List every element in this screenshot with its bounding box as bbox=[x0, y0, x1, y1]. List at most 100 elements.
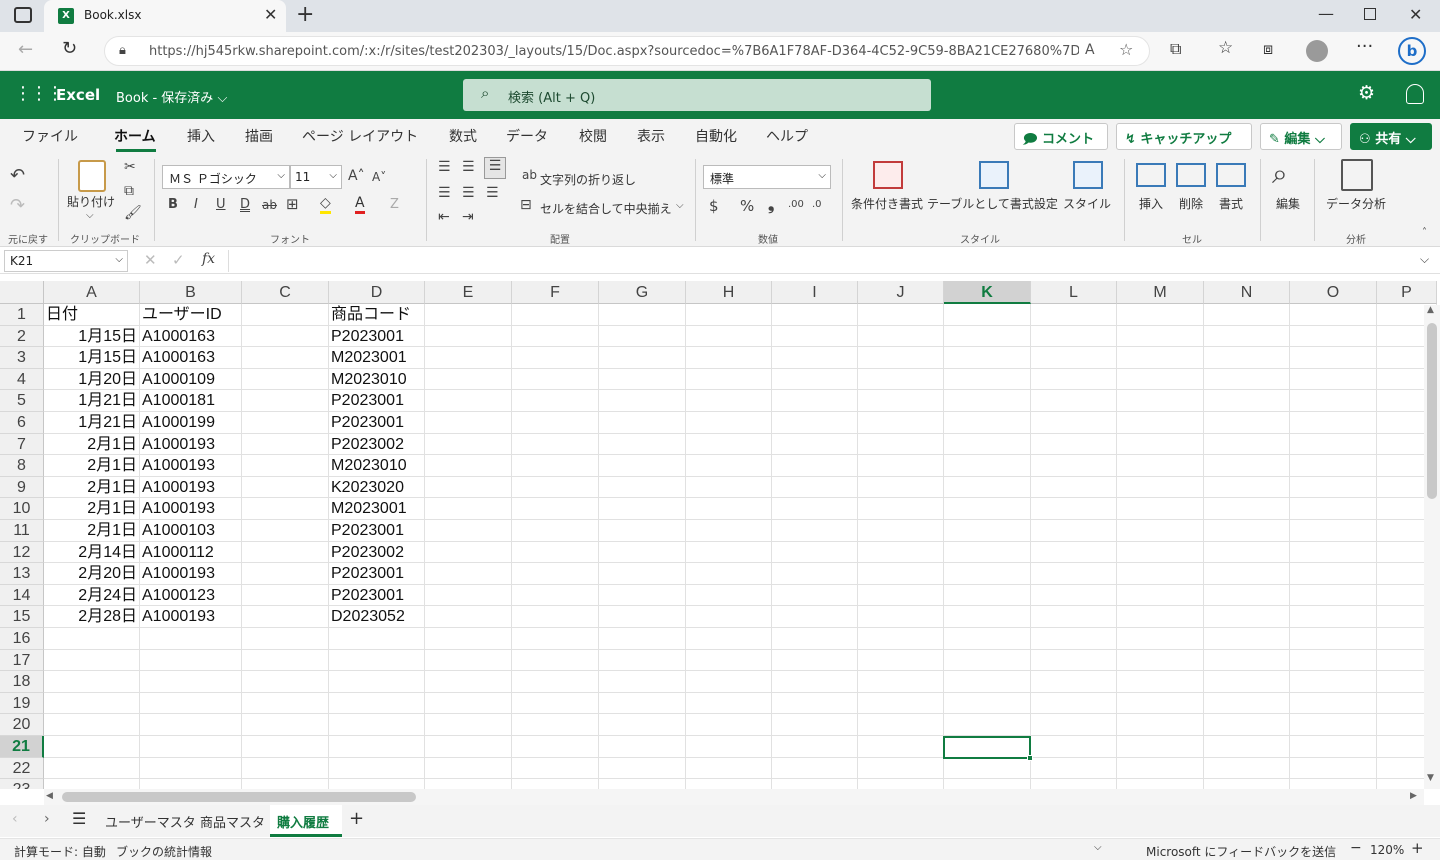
tab-actions-icon[interactable] bbox=[14, 7, 32, 23]
cell-l7[interactable] bbox=[1031, 433, 1117, 456]
tab-draw[interactable]: 描画 bbox=[245, 126, 273, 146]
cell-e4[interactable] bbox=[425, 368, 512, 391]
tab-data[interactable]: データ bbox=[506, 126, 548, 146]
cell-m1[interactable] bbox=[1117, 304, 1204, 326]
cell-e20[interactable] bbox=[425, 714, 512, 736]
cell-c17[interactable] bbox=[242, 649, 329, 672]
cell-f7[interactable] bbox=[512, 433, 599, 456]
row-header[interactable]: 20 bbox=[0, 714, 44, 736]
cell-e10[interactable] bbox=[425, 498, 512, 520]
cell-g14[interactable] bbox=[599, 584, 686, 607]
cell-m13[interactable] bbox=[1117, 563, 1204, 585]
align-center-icon[interactable]: ☰ bbox=[462, 185, 475, 201]
cancel-icon[interactable]: ✕ bbox=[144, 251, 157, 269]
currency-icon[interactable]: $ bbox=[709, 197, 719, 215]
cell-f1[interactable] bbox=[512, 304, 599, 326]
cell-i23[interactable] bbox=[772, 779, 858, 789]
cell-e8[interactable] bbox=[425, 455, 512, 477]
cell-m17[interactable] bbox=[1117, 649, 1204, 672]
cell-o7[interactable] bbox=[1290, 433, 1377, 456]
cell-m11[interactable] bbox=[1117, 520, 1204, 542]
tab-file[interactable]: ファイル bbox=[22, 126, 78, 146]
cell-n14[interactable] bbox=[1204, 584, 1290, 607]
cell-k12[interactable] bbox=[944, 541, 1031, 564]
cell-m20[interactable] bbox=[1117, 714, 1204, 736]
cell-o13[interactable] bbox=[1290, 563, 1377, 585]
scroll-right-icon[interactable]: ▶ bbox=[1410, 791, 1417, 801]
cell-g10[interactable] bbox=[599, 498, 686, 520]
cell-a19[interactable] bbox=[44, 692, 140, 715]
cell-o6[interactable] bbox=[1290, 412, 1377, 434]
cell-i21[interactable] bbox=[772, 736, 858, 758]
cell-h20[interactable] bbox=[686, 714, 772, 736]
cell-o20[interactable] bbox=[1290, 714, 1377, 736]
cell-n19[interactable] bbox=[1204, 692, 1290, 715]
catchup-button[interactable]: ↯ キャッチアップ bbox=[1116, 123, 1252, 150]
cell-c16[interactable] bbox=[242, 628, 329, 650]
next-sheet-icon[interactable]: › bbox=[44, 811, 50, 827]
cell-b16[interactable] bbox=[140, 628, 242, 650]
cell-e5[interactable] bbox=[425, 390, 512, 412]
cell-e1[interactable] bbox=[425, 304, 512, 326]
underline-icon[interactable]: U bbox=[216, 197, 226, 212]
settings-gear-icon[interactable]: ⚙ bbox=[1358, 82, 1375, 104]
cell-n10[interactable] bbox=[1204, 498, 1290, 520]
cell-g4[interactable] bbox=[599, 368, 686, 391]
cell-k5[interactable] bbox=[944, 390, 1031, 412]
wrap-text-button[interactable]: 文字列の折り返し bbox=[540, 171, 636, 188]
cell-c15[interactable] bbox=[242, 606, 329, 628]
cell-n8[interactable] bbox=[1204, 455, 1290, 477]
row-header[interactable]: 17 bbox=[0, 649, 44, 672]
cell-l3[interactable] bbox=[1031, 347, 1117, 369]
cell-b22[interactable] bbox=[140, 757, 242, 780]
cell-g1[interactable] bbox=[599, 304, 686, 326]
cell-e11[interactable] bbox=[425, 520, 512, 542]
row-header[interactable]: 1 bbox=[0, 304, 44, 326]
cell-j22[interactable] bbox=[858, 757, 944, 780]
extensions-icon[interactable]: ⧉ bbox=[1170, 39, 1181, 59]
cell-l5[interactable] bbox=[1031, 390, 1117, 412]
cell-a5[interactable]: 1月21日 bbox=[44, 390, 140, 412]
align-right-icon[interactable]: ☰ bbox=[486, 185, 499, 201]
cell-c11[interactable] bbox=[242, 520, 329, 542]
cell-o18[interactable] bbox=[1290, 671, 1377, 693]
cell-h21[interactable] bbox=[686, 736, 772, 758]
cell-i7[interactable] bbox=[772, 433, 858, 456]
cell-a8[interactable]: 2月1日 bbox=[44, 455, 140, 477]
cell-i17[interactable] bbox=[772, 649, 858, 672]
cell-l1[interactable] bbox=[1031, 304, 1117, 326]
cell-g22[interactable] bbox=[599, 757, 686, 780]
cell-b4[interactable]: A1000109 bbox=[140, 368, 242, 391]
cell-e22[interactable] bbox=[425, 757, 512, 780]
cell-j10[interactable] bbox=[858, 498, 944, 520]
cell-e13[interactable] bbox=[425, 563, 512, 585]
cell-e12[interactable] bbox=[425, 541, 512, 564]
cell-k19[interactable] bbox=[944, 692, 1031, 715]
cell-b15[interactable]: A1000193 bbox=[140, 606, 242, 628]
cell-o8[interactable] bbox=[1290, 455, 1377, 477]
cell-c13[interactable] bbox=[242, 563, 329, 585]
cell-i4[interactable] bbox=[772, 368, 858, 391]
select-all-corner[interactable] bbox=[0, 281, 44, 304]
cell-m16[interactable] bbox=[1117, 628, 1204, 650]
cell-e6[interactable] bbox=[425, 412, 512, 434]
cell-b10[interactable]: A1000193 bbox=[140, 498, 242, 520]
cell-l6[interactable] bbox=[1031, 412, 1117, 434]
cell-e19[interactable] bbox=[425, 692, 512, 715]
clear-format-icon[interactable]: Z bbox=[390, 197, 399, 212]
cell-d15[interactable]: D2023052 bbox=[329, 606, 425, 628]
cell-c9[interactable] bbox=[242, 476, 329, 499]
redo-icon[interactable]: ↷ bbox=[10, 195, 25, 216]
cell-c22[interactable] bbox=[242, 757, 329, 780]
cell-f5[interactable] bbox=[512, 390, 599, 412]
align-bottom-icon[interactable]: ☰ bbox=[484, 157, 506, 179]
wrap-text-icon[interactable]: ab bbox=[522, 168, 537, 182]
cell-o21[interactable] bbox=[1290, 736, 1377, 758]
cell-k18[interactable] bbox=[944, 671, 1031, 693]
cell-j13[interactable] bbox=[858, 563, 944, 585]
cell-h9[interactable] bbox=[686, 476, 772, 499]
cell-k6[interactable] bbox=[944, 412, 1031, 434]
cell-h23[interactable] bbox=[686, 779, 772, 789]
align-left-icon[interactable]: ☰ bbox=[438, 185, 451, 201]
cell-b14[interactable]: A1000123 bbox=[140, 584, 242, 607]
